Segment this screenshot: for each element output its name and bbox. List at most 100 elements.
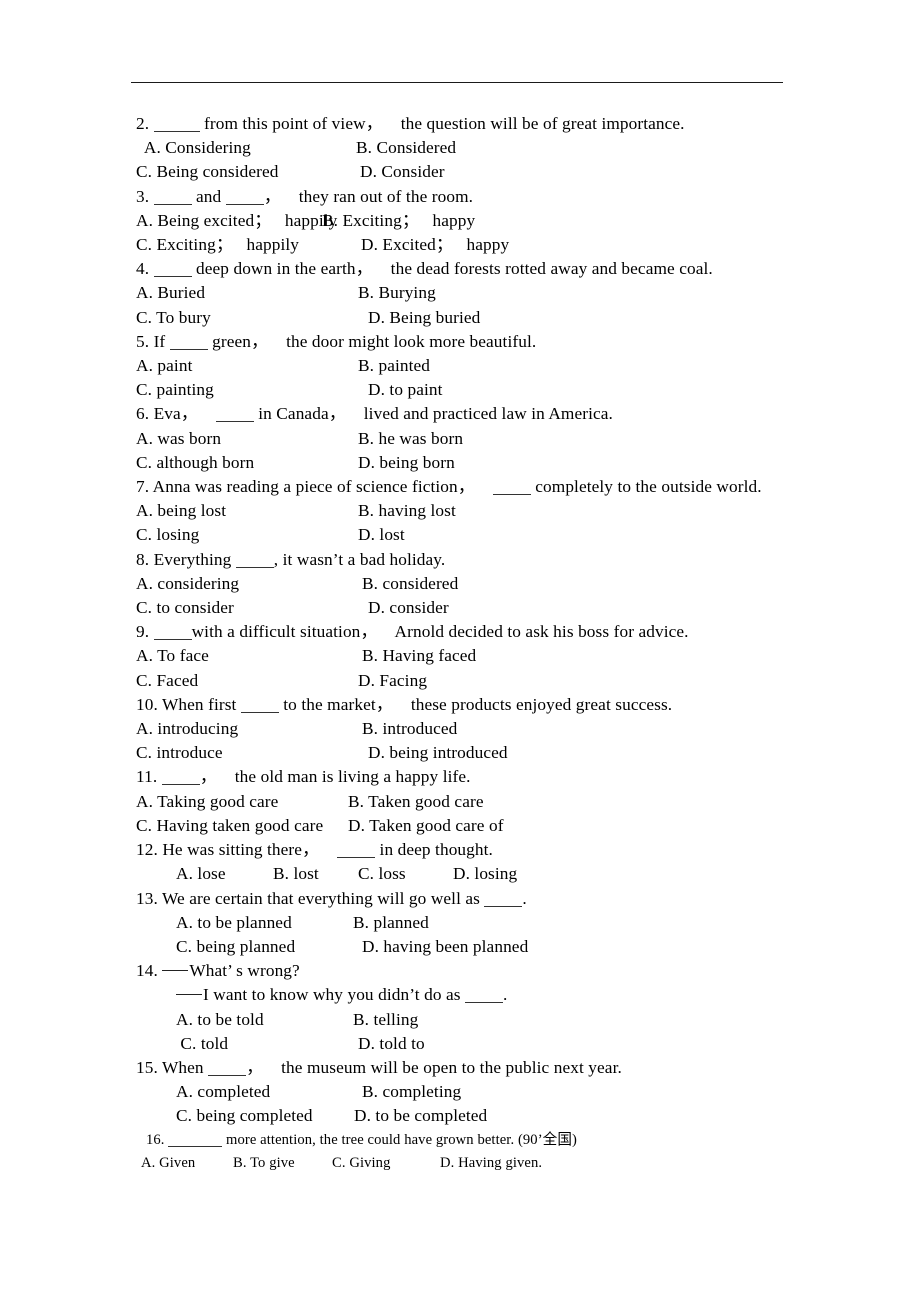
worksheet-page: 2. from this point of view， the question… bbox=[0, 0, 920, 1302]
option-b[interactable]: B. telling bbox=[353, 1010, 418, 1029]
option-c[interactable]: C. Exciting； happily bbox=[136, 233, 361, 257]
option-b[interactable]: B. Having faced bbox=[362, 646, 476, 665]
option-d[interactable]: D. to paint bbox=[368, 380, 443, 399]
question-3-stem: 3. and ， they ran out of the room. bbox=[0, 185, 920, 209]
option-a[interactable]: A. to be planned bbox=[176, 911, 353, 935]
option-c[interactable]: C. to consider bbox=[136, 596, 368, 620]
option-a[interactable]: A. being lost bbox=[136, 499, 358, 523]
answer-blank[interactable] bbox=[240, 700, 279, 713]
option-b[interactable]: B. introduced bbox=[362, 719, 457, 738]
answer-blank[interactable] bbox=[153, 192, 192, 205]
option-c[interactable]: C. To bury bbox=[136, 306, 368, 330]
answer-blank[interactable] bbox=[169, 337, 208, 350]
option-b[interactable]: B. Burying bbox=[358, 283, 436, 302]
option-c[interactable]: C. being planned bbox=[176, 935, 362, 959]
answer-blank[interactable] bbox=[153, 119, 200, 132]
option-a[interactable]: A. Being excited； happily bbox=[136, 209, 337, 233]
option-b[interactable]: B. To give bbox=[233, 1152, 332, 1176]
option-c[interactable]: C. Being considered bbox=[136, 160, 360, 184]
option-a[interactable]: A. Taking good care bbox=[136, 790, 348, 814]
option-d[interactable]: D. Consider bbox=[360, 162, 445, 181]
option-a[interactable]: A. introducing bbox=[136, 717, 362, 741]
answer-blank[interactable] bbox=[153, 264, 192, 278]
option-d[interactable]: D. Having given. bbox=[440, 1155, 542, 1171]
question-14-stem-text-2: I want to know why you didn’t do as bbox=[203, 985, 465, 1005]
answer-blank[interactable] bbox=[215, 409, 254, 423]
option-a[interactable]: A. to be told bbox=[176, 1008, 353, 1032]
question-13-options-cd: C. being planned D. having been planned bbox=[0, 935, 920, 959]
question-7-stem-text: completely to the outside world. bbox=[530, 477, 762, 497]
question-10-stem-text: to the market， these products enjoyed gr… bbox=[278, 694, 673, 714]
answer-blank[interactable] bbox=[208, 1063, 247, 1076]
option-a[interactable]: A. paint bbox=[136, 354, 358, 378]
question-15-stem-text: ， the museum will be open to the public … bbox=[246, 1057, 622, 1077]
answer-blank[interactable] bbox=[235, 555, 274, 568]
question-15-options-ab: A. completed B. completing bbox=[0, 1080, 920, 1104]
option-a[interactable]: A. Buried bbox=[136, 281, 358, 305]
question-10-options-cd: C. introduce D. being introduced bbox=[0, 741, 920, 765]
option-b[interactable]: B. lost bbox=[273, 862, 358, 886]
option-d[interactable]: D. being born bbox=[358, 453, 455, 472]
option-d[interactable]: D. losing bbox=[453, 864, 517, 883]
question-13-stem-text: . bbox=[522, 888, 527, 908]
option-b[interactable]: B. Considered bbox=[356, 138, 456, 157]
answer-blank[interactable] bbox=[225, 192, 264, 205]
question-8-stem: 8. Everything , it wasn’t a bad holiday. bbox=[0, 548, 920, 572]
option-d[interactable]: D. being introduced bbox=[368, 743, 508, 762]
option-a[interactable]: A. Considering bbox=[136, 136, 356, 160]
question-8-options-cd: C. to consider D. consider bbox=[0, 596, 920, 620]
option-a[interactable]: A. lose bbox=[176, 862, 273, 886]
question-11-stem-text: ， the old man is living a happy life. bbox=[199, 767, 471, 787]
option-c[interactable]: C. although born bbox=[136, 451, 358, 475]
option-a[interactable]: A. considering bbox=[136, 572, 362, 596]
question-14-stem-line1: 14. What’ s wrong? bbox=[0, 959, 920, 983]
question-6-options-cd: C. although born D. being born bbox=[0, 451, 920, 475]
option-c[interactable]: C. told bbox=[176, 1032, 358, 1056]
option-d[interactable]: D. Being buried bbox=[368, 308, 480, 327]
option-c[interactable]: C. losing bbox=[136, 523, 358, 547]
question-10-options-ab: A. introducing B. introduced bbox=[0, 717, 920, 741]
option-d[interactable]: D. Taken good care of bbox=[348, 816, 504, 835]
option-c[interactable]: C. Faced bbox=[136, 669, 358, 693]
answer-blank[interactable] bbox=[492, 482, 531, 496]
answer-blank[interactable] bbox=[337, 845, 376, 859]
option-b[interactable]: B. painted bbox=[358, 356, 430, 375]
option-d[interactable]: D. told to bbox=[358, 1034, 425, 1053]
question-16-stem-text: more attention, the tree could have grow… bbox=[222, 1131, 578, 1148]
option-c[interactable]: C. painting bbox=[136, 378, 368, 402]
option-c[interactable]: C. introduce bbox=[136, 741, 368, 765]
option-b[interactable]: B. considered bbox=[362, 574, 458, 593]
option-b[interactable]: B. having lost bbox=[358, 501, 456, 520]
answer-blank[interactable] bbox=[161, 772, 200, 786]
question-5-stem: 5. If green， the door might look more be… bbox=[0, 330, 920, 354]
option-d[interactable]: D. lost bbox=[358, 525, 405, 544]
option-d[interactable]: D. Facing bbox=[358, 671, 427, 690]
question-7-number: 7. Anna was reading a piece of science f… bbox=[136, 477, 493, 497]
answer-blank[interactable] bbox=[153, 627, 192, 641]
option-a[interactable]: A. Given bbox=[141, 1152, 233, 1176]
option-b[interactable]: B. Taken good care bbox=[348, 792, 484, 811]
option-c[interactable]: C. loss bbox=[358, 862, 453, 886]
option-d[interactable]: D. consider bbox=[368, 598, 449, 617]
question-14-stem-text-3: . bbox=[503, 985, 508, 1005]
option-a[interactable]: A. was born bbox=[136, 427, 358, 451]
option-b[interactable]: B. he was born bbox=[358, 429, 463, 448]
option-d[interactable]: D. Excited； happy bbox=[361, 235, 509, 254]
option-b[interactable]: B. Exciting； happy bbox=[322, 211, 475, 230]
option-c[interactable]: C. being completed bbox=[176, 1104, 354, 1128]
option-d[interactable]: D. to be completed bbox=[354, 1106, 487, 1125]
option-c[interactable]: C. Having taken good care bbox=[136, 814, 348, 838]
question-14-options-ab: A. to be told B. telling bbox=[0, 1008, 920, 1032]
answer-blank[interactable] bbox=[168, 1134, 223, 1147]
question-2-stem: 2. from this point of view， the question… bbox=[0, 112, 920, 136]
option-d[interactable]: D. having been planned bbox=[362, 937, 528, 956]
option-b[interactable]: B. planned bbox=[353, 913, 429, 932]
option-a[interactable]: A. completed bbox=[176, 1080, 362, 1104]
answer-blank[interactable] bbox=[484, 894, 523, 907]
option-c[interactable]: C. Giving bbox=[332, 1152, 440, 1176]
question-4-options-cd: C. To bury D. Being buried bbox=[0, 306, 920, 330]
question-4-number: 4. bbox=[136, 259, 154, 279]
answer-blank[interactable] bbox=[465, 990, 503, 1004]
option-b[interactable]: B. completing bbox=[362, 1082, 461, 1101]
option-a[interactable]: A. To face bbox=[136, 644, 362, 668]
